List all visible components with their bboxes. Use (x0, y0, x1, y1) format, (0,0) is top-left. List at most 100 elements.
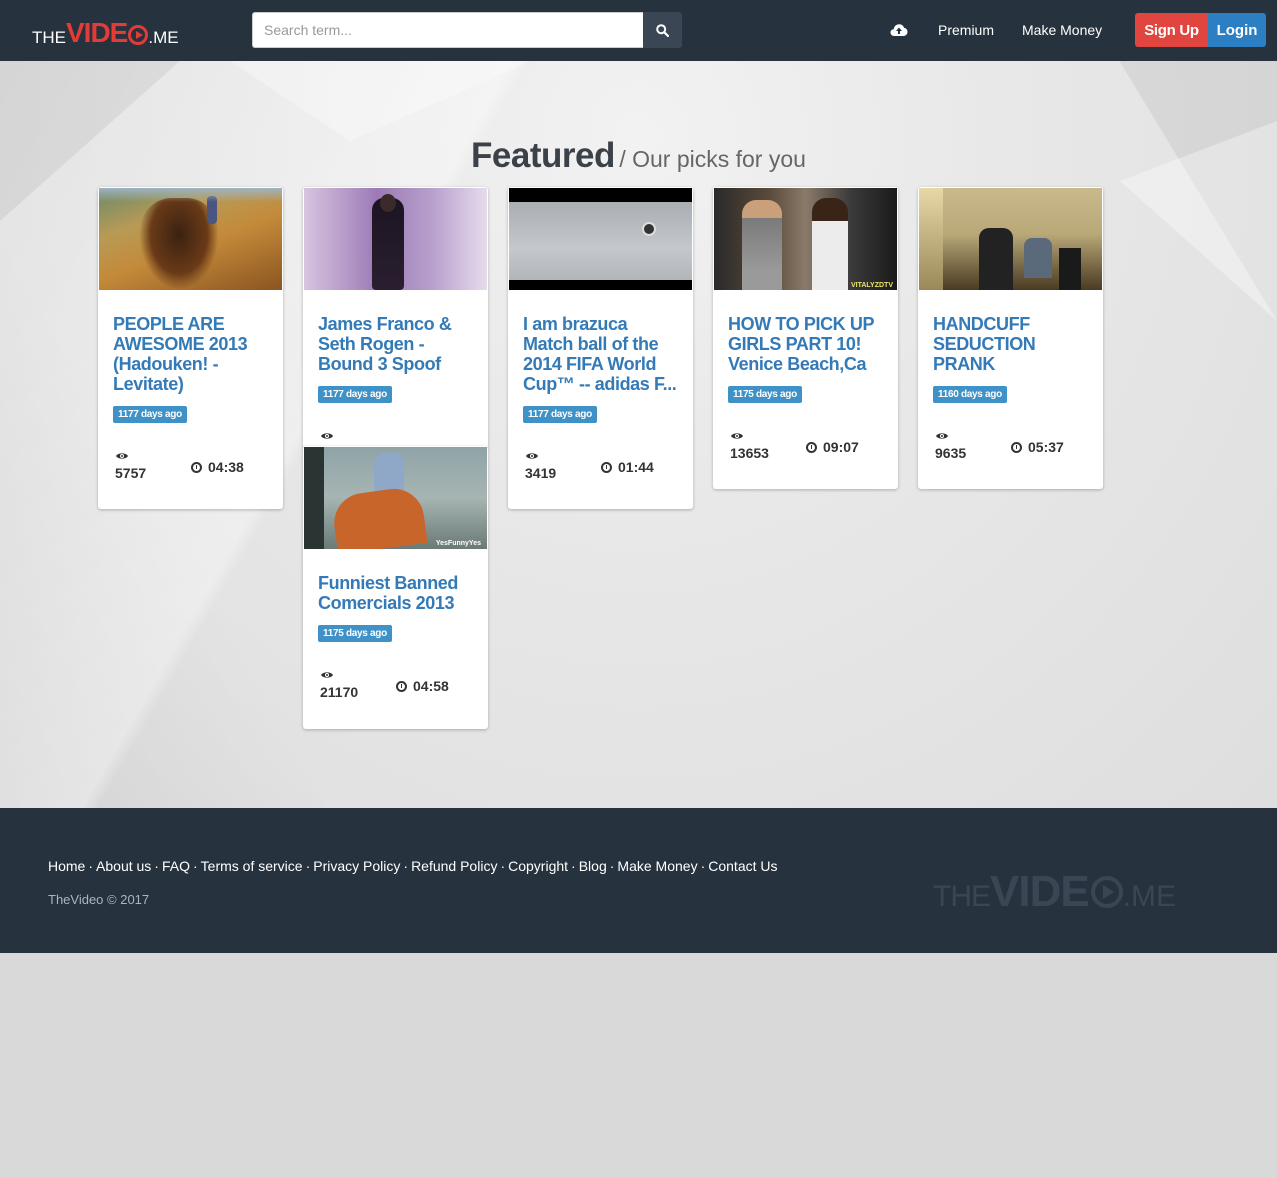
views-count: 13653 (730, 445, 769, 461)
top-navbar: THE VIDE .ME Premium Make Money Sign Up … (0, 0, 1277, 61)
clock-icon (806, 441, 817, 453)
footer-separator: · (609, 858, 615, 874)
video-stats: 21170 04:58 (318, 670, 473, 720)
footer-copyright: TheVideo © 2017 (48, 892, 150, 907)
eye-icon (321, 672, 333, 678)
thumbnail-watermark: VITALYZDTV (850, 282, 893, 289)
footer-link-refund[interactable]: Refund Policy (411, 858, 497, 874)
video-thumbnail[interactable] (304, 188, 487, 290)
site-logo[interactable]: THE VIDE .ME (32, 18, 179, 48)
eye-icon (526, 453, 538, 459)
nav-make-money[interactable]: Make Money (1022, 22, 1102, 38)
search-button[interactable] (643, 12, 682, 48)
video-stats: 3419 01:44 (523, 451, 678, 501)
footer-logo-video: VIDE (990, 867, 1090, 916)
eye-icon (321, 433, 333, 439)
video-card[interactable]: HANDCUFF SEDUCTION PRANK 1160 days ago 9… (918, 187, 1103, 489)
signup-button[interactable]: Sign Up (1135, 13, 1208, 47)
video-age-badge: 1177 days ago (523, 406, 597, 423)
section-heading: Featured / Our picks for you (0, 136, 1277, 176)
clock-icon (1011, 441, 1022, 453)
video-thumbnail[interactable]: YesFunnyYes (304, 447, 487, 549)
video-age-badge: 1160 days ago (933, 386, 1007, 403)
footer-separator: · (154, 858, 159, 874)
thumbnail-watermark: YesFunnyYes (435, 540, 481, 547)
video-duration: 09:07 (823, 439, 859, 455)
video-card[interactable]: YesFunnyYes Funniest Banned Comercials 2… (303, 446, 488, 729)
clock-icon (601, 461, 612, 473)
footer-link-make-money[interactable]: Make Money (617, 858, 697, 874)
duration-block: 05:37 (1011, 439, 1064, 455)
nav-premium[interactable]: Premium (938, 22, 994, 38)
eye-icon (116, 453, 128, 459)
footer-link-faq[interactable]: FAQ (162, 858, 190, 874)
views-count: 9635 (935, 445, 967, 461)
play-icon (1090, 876, 1123, 908)
duration-block: 04:58 (396, 678, 449, 694)
video-stats: 9635 05:37 (933, 431, 1088, 481)
video-card[interactable]: I am brazuca Match ball of the 2014 FIFA… (508, 187, 693, 509)
logo-me: .ME (148, 28, 179, 47)
clock-icon (191, 461, 202, 473)
video-title[interactable]: I am brazuca Match ball of the 2014 FIFA… (523, 314, 678, 394)
views-count-block: 21170 (320, 670, 358, 700)
clock-icon (396, 680, 407, 692)
logo-video: VIDE (66, 17, 128, 48)
views-count: 3419 (525, 465, 557, 481)
footer-link-terms[interactable]: Terms of service (201, 858, 303, 874)
duration-block: 04:38 (191, 459, 244, 475)
footer-link-home[interactable]: Home (48, 858, 85, 874)
duration-block: 01:44 (601, 459, 654, 475)
login-button[interactable]: Login (1208, 13, 1266, 47)
duration-block: 09:07 (806, 439, 859, 455)
video-thumbnail[interactable] (919, 188, 1102, 290)
video-duration: 01:44 (618, 459, 654, 475)
video-thumbnail[interactable] (99, 188, 282, 290)
footer-link-privacy[interactable]: Privacy Policy (313, 858, 400, 874)
footer-logo-the: THE (933, 880, 991, 913)
video-card[interactable]: VITALYZDTV HOW TO PICK UP GIRLS PART 10!… (713, 187, 898, 489)
video-duration: 05:37 (1028, 439, 1064, 455)
video-stats: 5757 04:38 (113, 451, 268, 501)
views-count: 21170 (320, 684, 359, 700)
footer-link-blog[interactable]: Blog (579, 858, 607, 874)
video-thumbnail[interactable] (509, 188, 692, 290)
footer-separator: · (305, 858, 311, 874)
search-form (252, 12, 682, 48)
footer-link-contact[interactable]: Contact Us (708, 858, 777, 874)
video-thumbnail[interactable]: VITALYZDTV (714, 188, 897, 290)
footer-separator: · (700, 858, 706, 874)
views-count-block: 9635 (935, 431, 966, 461)
footer-link-about[interactable]: About us (96, 858, 151, 874)
views-count-block: 3419 (525, 451, 556, 481)
footer-separator: · (88, 858, 94, 874)
eye-icon (936, 433, 948, 439)
video-stats: 13653 09:07 (728, 431, 883, 481)
search-input[interactable] (252, 12, 643, 48)
video-title[interactable]: HOW TO PICK UP GIRLS PART 10! Venice Bea… (728, 314, 883, 374)
video-title[interactable]: HANDCUFF SEDUCTION PRANK (933, 314, 1088, 374)
video-title[interactable]: James Franco & Seth Rogen - Bound 3 Spoo… (318, 314, 473, 374)
footer-links: Home · About us · FAQ · Terms of service · Priva… (48, 858, 778, 874)
background-shard (230, 61, 530, 141)
video-title[interactable]: PEOPLE ARE AWESOME 2013 (Hadouken! - Lev… (113, 314, 268, 394)
video-age-badge: 1177 days ago (113, 406, 187, 423)
video-card[interactable]: PEOPLE ARE AWESOME 2013 (Hadouken! - Lev… (98, 187, 283, 509)
site-footer: Home · About us · FAQ · Terms of service · Priva… (0, 808, 1277, 953)
section-title: Featured (471, 136, 615, 175)
video-card[interactable]: James Franco & Seth Rogen - Bound 3 Spoo… (303, 187, 488, 449)
cloud-upload-icon[interactable] (890, 22, 908, 38)
footer-link-copyright[interactable]: Copyright (508, 858, 568, 874)
video-age-badge: 1177 days ago (318, 386, 392, 403)
eye-icon (731, 433, 743, 439)
views-count-block (320, 431, 334, 445)
search-icon (656, 23, 669, 37)
footer-logo: THE VIDE .ME (933, 870, 1176, 914)
footer-logo-me: .ME (1122, 880, 1177, 913)
video-age-badge: 1175 days ago (728, 386, 802, 403)
section-subtitle: / Our picks for you (619, 146, 806, 172)
views-count-block: 13653 (730, 431, 769, 461)
video-title[interactable]: Funniest Banned Comercials 2013 (318, 573, 473, 613)
video-duration: 04:58 (413, 678, 449, 694)
views-count-block: 5757 (115, 451, 146, 481)
